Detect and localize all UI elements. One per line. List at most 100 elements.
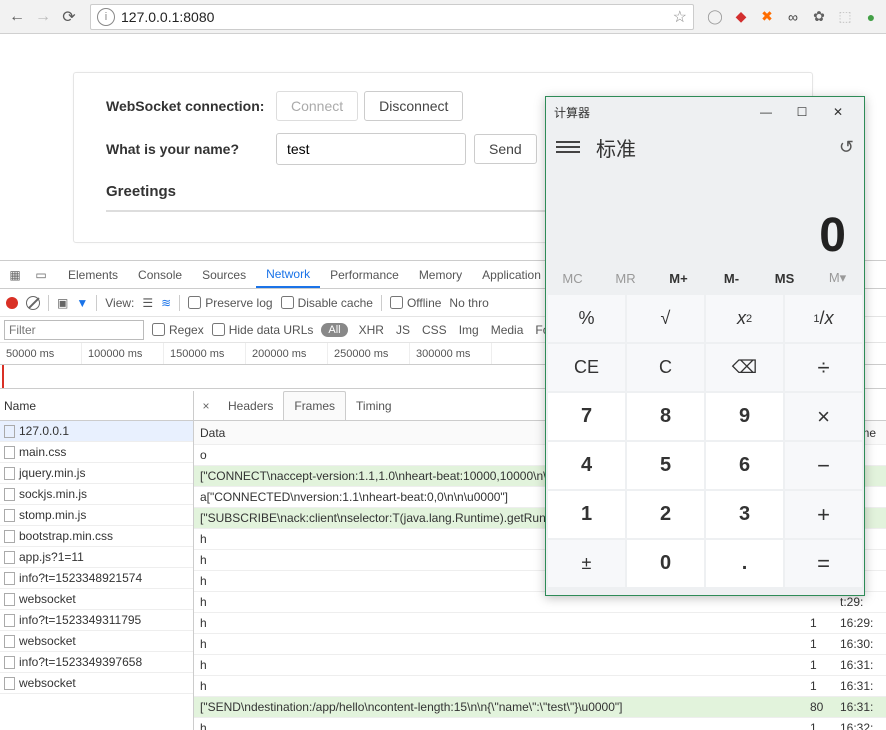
offline-checkbox[interactable]: Offline [390,296,441,310]
filter-type-js[interactable]: JS [393,323,413,337]
calc-key-+[interactable]: + [785,491,862,538]
bookmark-star-icon[interactable]: ☆ [673,7,687,27]
request-row[interactable]: info?t=1523349397658 [0,652,193,673]
reload-button[interactable]: ⟳ [58,6,80,28]
close-button[interactable]: ✕ [820,97,856,127]
calc-key-5[interactable]: 5 [627,442,704,489]
filter-type-img[interactable]: Img [456,323,482,337]
calc-key-¹⁄ₓ[interactable]: 1/x [785,295,862,342]
ext-icon-7[interactable]: ● [862,8,880,26]
calc-key-C[interactable]: C [627,344,704,391]
mem-m+[interactable]: M+ [652,263,705,293]
request-row[interactable]: app.js?1=11 [0,547,193,568]
minimize-button[interactable]: — [748,97,784,127]
ext-icon-1[interactable]: ◯ [706,8,724,26]
forward-button[interactable]: → [32,6,54,28]
preserve-log-checkbox[interactable]: Preserve log [188,296,272,310]
request-row[interactable]: stomp.min.js [0,505,193,526]
calc-key-√[interactable]: √ [627,295,704,342]
calc-key-±[interactable]: ± [548,540,625,587]
calc-key-⌫[interactable]: ⌫ [706,344,783,391]
request-row[interactable]: info?t=1523348921574 [0,568,193,589]
filter-type-media[interactable]: Media [488,323,527,337]
devtools-tab-network[interactable]: Network [256,261,320,288]
device-toggle-icon[interactable]: ▭ [32,266,50,284]
frame-row[interactable]: h116:31: [194,655,886,676]
calc-key-1[interactable]: 1 [548,491,625,538]
calc-key-%[interactable]: % [548,295,625,342]
detail-tab-frames[interactable]: Frames [283,391,346,420]
calc-key-6[interactable]: 6 [706,442,783,489]
view-waterfall-icon[interactable]: ≋ [161,296,171,310]
devtools-tab-performance[interactable]: Performance [320,261,409,288]
request-row[interactable]: websocket [0,631,193,652]
detail-tab-timing[interactable]: Timing [346,391,402,420]
inspect-icon[interactable]: ▦ [6,266,24,284]
view-large-icon[interactable]: ☰ [142,296,153,310]
calc-key-CE[interactable]: CE [548,344,625,391]
disable-cache-checkbox[interactable]: Disable cache [281,296,373,310]
throttle-select[interactable]: No thro [449,296,488,310]
frame-row[interactable]: h116:31: [194,676,886,697]
calc-key-x²[interactable]: x2 [706,295,783,342]
calc-key-=[interactable]: = [785,540,862,587]
frame-row[interactable]: h116:29: [194,613,886,634]
clear-button[interactable] [26,296,40,310]
menu-icon[interactable] [556,141,580,153]
mem-m-[interactable]: M- [705,263,758,293]
name-input[interactable] [276,133,466,165]
request-row[interactable]: jquery.min.js [0,463,193,484]
request-row[interactable]: main.css [0,442,193,463]
request-row[interactable]: bootstrap.min.css [0,526,193,547]
calc-key-8[interactable]: 8 [627,393,704,440]
filter-toggle-icon[interactable]: ▼ [76,296,88,310]
ext-icon-3[interactable]: ✖ [758,8,776,26]
ext-icon-2[interactable]: ◆ [732,8,750,26]
devtools-tab-console[interactable]: Console [128,261,192,288]
close-detail-icon[interactable]: × [194,399,218,413]
filter-type-xhr[interactable]: XHR [356,323,387,337]
calc-key-×[interactable]: × [785,393,862,440]
calc-key-÷[interactable]: ÷ [785,344,862,391]
screenshot-icon[interactable]: ▣ [57,296,68,310]
mem-ms[interactable]: MS [758,263,811,293]
filter-input[interactable] [4,320,144,340]
calc-key-0[interactable]: 0 [627,540,704,587]
detail-tab-headers[interactable]: Headers [218,391,283,420]
request-row[interactable]: 127.0.0.1 [0,421,193,442]
request-row[interactable]: websocket [0,673,193,694]
disconnect-button[interactable]: Disconnect [364,91,463,121]
frame-row[interactable]: ["SEND\ndestination:/app/hello\ncontent-… [194,697,886,718]
frame-row[interactable]: h116:30: [194,634,886,655]
history-icon[interactable]: ↺ [839,137,854,158]
send-button[interactable]: Send [474,134,537,164]
name-column-header[interactable]: Name [0,391,193,421]
hide-dataurls-checkbox[interactable]: Hide data URLs [212,323,314,337]
devtools-tab-application[interactable]: Application [472,261,551,288]
calc-key-4[interactable]: 4 [548,442,625,489]
calc-key-3[interactable]: 3 [706,491,783,538]
frame-row[interactable]: h116:32: [194,718,886,730]
devtools-tab-elements[interactable]: Elements [58,261,128,288]
calc-key-9[interactable]: 9 [706,393,783,440]
calc-key-7[interactable]: 7 [548,393,625,440]
site-info-icon[interactable]: i [97,8,115,26]
ext-icon-4[interactable]: ∞ [784,8,802,26]
calc-titlebar[interactable]: 计算器 — ☐ ✕ [546,97,864,127]
maximize-button[interactable]: ☐ [784,97,820,127]
filter-type-all[interactable]: All [321,323,347,337]
request-row[interactable]: sockjs.min.js [0,484,193,505]
record-button[interactable] [6,297,18,309]
devtools-tab-memory[interactable]: Memory [409,261,472,288]
devtools-tab-sources[interactable]: Sources [192,261,256,288]
request-row[interactable]: info?t=1523349311795 [0,610,193,631]
calc-key-.[interactable]: . [706,540,783,587]
regex-checkbox[interactable]: Regex [152,323,204,337]
ext-icon-6[interactable]: ⬚ [836,8,854,26]
filter-type-css[interactable]: CSS [419,323,450,337]
address-bar[interactable]: i 127.0.0.1:8080 ☆ [90,4,694,30]
back-button[interactable]: ← [6,6,28,28]
ext-icon-5[interactable]: ✿ [810,8,828,26]
calc-key-−[interactable]: − [785,442,862,489]
request-row[interactable]: websocket [0,589,193,610]
